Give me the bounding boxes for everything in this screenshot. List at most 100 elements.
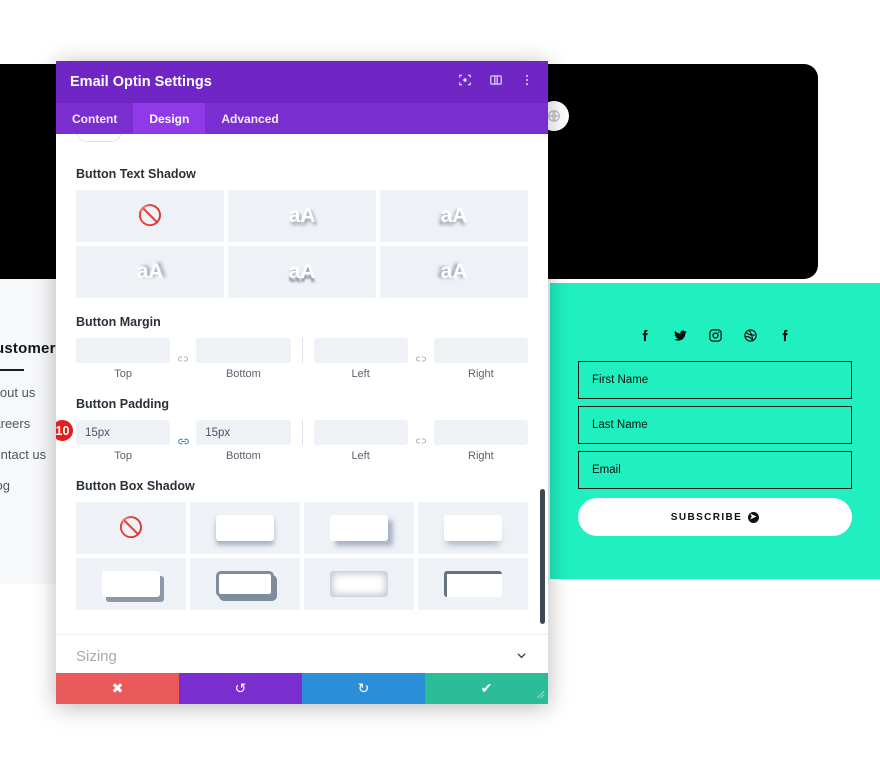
margin-link-unlinked-icon[interactable]	[170, 347, 196, 372]
email-field[interactable]: Email	[578, 451, 852, 489]
box-shadow-sample	[102, 571, 160, 597]
undo-button[interactable]: ↺	[179, 673, 302, 704]
nav-link-contact-us[interactable]: Contact us	[0, 447, 56, 462]
nav-link-blog[interactable]: Blog	[0, 478, 56, 493]
box-shadow-preset-6[interactable]	[304, 558, 414, 610]
box-shadow-preset-1[interactable]	[190, 502, 300, 554]
footer-nav-column: Customers About us Careers Contact us Bl…	[0, 340, 65, 509]
box-shadow-preset-5[interactable]	[190, 558, 300, 610]
facebook-icon[interactable]	[778, 328, 793, 343]
button-padding-row: 10 15px Top 15px Bottom Left Right	[56, 418, 528, 462]
arrow-right-icon: ➤	[748, 511, 760, 523]
text-shadow-preset-none[interactable]: 🚫	[76, 190, 224, 242]
button-padding-right: Right	[433, 420, 528, 462]
box-shadow-preset-none[interactable]: 🚫	[76, 502, 186, 554]
nav-link-about-us[interactable]: About us	[0, 385, 56, 400]
modal-body: NO Button Text Shadow 🚫 aA aA aA	[56, 134, 548, 673]
modal-titlebar: Email Optin Settings	[56, 61, 548, 103]
box-shadow-preset-4[interactable]	[76, 558, 186, 610]
button-padding-left-input[interactable]	[313, 420, 408, 445]
accordion-sizing[interactable]: Sizing	[56, 634, 548, 673]
chevron-down-icon	[515, 649, 528, 665]
tab-advanced[interactable]: Advanced	[205, 103, 294, 134]
modal-footer: ✖ ↺ ↻ ✔	[56, 673, 548, 704]
button-padding-top: 15px Top	[76, 420, 171, 462]
modal-scrollbar[interactable]	[540, 489, 545, 624]
button-padding-bottom-input[interactable]: 15px	[196, 420, 291, 445]
margin-link-unlinked-icon[interactable]	[408, 347, 434, 372]
toggle-control[interactable]: NO	[76, 134, 148, 142]
cancel-button[interactable]: ✖	[56, 673, 179, 704]
layout-columns-icon[interactable]	[489, 73, 503, 92]
email-placeholder: Email	[592, 464, 621, 476]
button-padding-top-input[interactable]: 15px	[76, 420, 171, 445]
partial-toggle-row: NO	[76, 134, 528, 150]
box-shadow-sample	[444, 571, 502, 597]
text-shadow-sample: aA	[288, 260, 316, 283]
text-shadow-preset-2[interactable]: aA	[380, 190, 528, 242]
button-margin-left-input[interactable]	[313, 338, 408, 363]
button-margin-bottom-caption: Bottom	[225, 368, 261, 380]
button-margin-bottom: Bottom	[196, 338, 291, 380]
social-icons-row	[550, 283, 880, 343]
save-button[interactable]: ✔	[425, 673, 548, 704]
step-badge: 10	[56, 418, 75, 443]
text-shadow-preset-5[interactable]: aA	[380, 246, 528, 298]
button-padding-right-input[interactable]	[433, 420, 528, 445]
box-shadow-sample	[216, 571, 274, 597]
subscribe-button[interactable]: SUBSCRIBE ➤	[578, 498, 852, 536]
dribbble-icon[interactable]	[743, 328, 758, 343]
twitter-icon[interactable]	[673, 328, 688, 343]
button-padding-label: Button Padding	[76, 397, 170, 411]
nav-heading: Customers	[0, 340, 65, 357]
modal-tabs: Content Design Advanced	[56, 103, 548, 134]
button-margin-bottom-input[interactable]	[196, 338, 291, 363]
toggle-switch[interactable]	[76, 134, 122, 142]
button-margin-vertical-group: Top Bottom	[76, 338, 291, 380]
button-box-shadow-presets: 🚫	[76, 502, 528, 610]
text-shadow-preset-3[interactable]: aA	[76, 246, 224, 298]
instagram-icon[interactable]	[708, 328, 723, 343]
last-name-field[interactable]: Last Name	[578, 406, 852, 444]
button-padding-horizontal-group: Left Right	[313, 420, 528, 462]
padding-link-unlinked-icon[interactable]	[408, 429, 434, 454]
text-shadow-sample: aA	[440, 204, 468, 227]
facebook-icon[interactable]	[638, 328, 653, 343]
button-margin-left-caption: Left	[351, 368, 370, 380]
accordion-sizing-label: Sizing	[76, 648, 117, 665]
text-shadow-sample: aA	[288, 204, 316, 227]
no-shadow-icon: 🚫	[137, 205, 163, 227]
no-shadow-icon: 🚫	[118, 517, 144, 539]
text-shadow-preset-1[interactable]: aA	[228, 190, 376, 242]
button-padding-bottom: 15px Bottom	[196, 420, 291, 462]
tab-design[interactable]: Design	[133, 103, 206, 134]
close-icon: ✖	[111, 680, 124, 696]
padding-divider	[301, 420, 303, 445]
button-padding-bottom-caption: Bottom	[225, 450, 261, 462]
box-shadow-preset-2[interactable]	[304, 502, 414, 554]
settings-scroll-area: NO Button Text Shadow 🚫 aA aA aA	[56, 134, 548, 634]
titlebar-icon-group	[458, 73, 534, 92]
button-padding-top-caption: Top	[114, 450, 132, 462]
nav-link-careers[interactable]: Careers	[0, 416, 56, 431]
margin-divider	[301, 338, 303, 363]
more-vertical-icon[interactable]	[520, 73, 534, 92]
button-margin-right-input[interactable]	[433, 338, 528, 363]
button-margin-top-input[interactable]	[76, 338, 171, 363]
email-optin-module: First Name Last Name Email SUBSCRIBE ➤	[550, 283, 880, 579]
button-text-shadow-presets: 🚫 aA aA aA aA aA	[76, 190, 528, 298]
redo-button[interactable]: ↻	[302, 673, 425, 704]
toggle-label: NO	[131, 134, 148, 137]
focus-icon[interactable]	[458, 73, 472, 92]
first-name-field[interactable]: First Name	[578, 361, 852, 399]
box-shadow-preset-7[interactable]	[418, 558, 528, 610]
redo-icon: ↻	[357, 680, 370, 696]
resize-grip-icon[interactable]	[533, 687, 546, 703]
button-margin-top: Top	[76, 338, 171, 380]
text-shadow-preset-4[interactable]: aA	[228, 246, 376, 298]
optin-fields: First Name Last Name Email	[550, 343, 880, 489]
padding-link-linked-icon[interactable]	[170, 429, 196, 454]
text-shadow-sample: aA	[440, 260, 468, 283]
box-shadow-preset-3[interactable]	[418, 502, 528, 554]
tab-content[interactable]: Content	[56, 103, 133, 134]
